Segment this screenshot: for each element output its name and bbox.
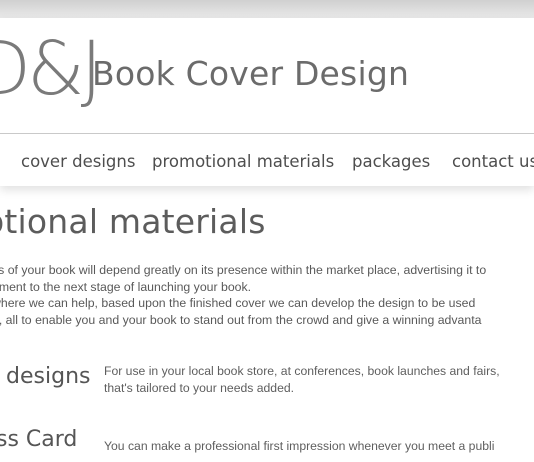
- section-line: that's tailored to your needs added.: [104, 381, 295, 395]
- section-title-business-card: ss Card: [0, 427, 78, 452]
- top-shadow: [0, 0, 534, 20]
- nav-divider: [0, 133, 534, 134]
- logo[interactable]: D&J: [0, 32, 103, 106]
- section-title-poster-designs: r designs: [0, 364, 91, 389]
- nav-cover-designs[interactable]: cover designs: [21, 151, 135, 173]
- nav-packages[interactable]: packages: [352, 151, 430, 173]
- section-line: For use in your local book store, at con…: [104, 364, 500, 378]
- intro-text: ss of your book will depend greatly on i…: [0, 262, 534, 328]
- intro-line: g, all to enable you and your book to st…: [0, 312, 482, 327]
- intro-line: ss of your book will depend greatly on i…: [0, 263, 487, 277]
- page-title: otional materials: [0, 202, 266, 241]
- site-header: D&J Book Cover Design cover designs prom…: [0, 18, 534, 186]
- nav-contact-us[interactable]: contact us: [452, 151, 534, 173]
- site-name: Book Cover Design: [92, 54, 410, 93]
- intro-line: ement to the next stage of launching you…: [0, 279, 252, 294]
- section-body-business-card: You can make a professional first impres…: [104, 438, 494, 455]
- section-body-poster-designs: For use in your local book store, at con…: [104, 363, 500, 397]
- section-line: You can make a professional first impres…: [104, 439, 495, 453]
- main-nav: cover designs promotional materials pack…: [0, 151, 534, 175]
- nav-promotional-materials[interactable]: promotional materials: [152, 151, 334, 173]
- intro-line: where we can help, based upon the finish…: [0, 296, 476, 310]
